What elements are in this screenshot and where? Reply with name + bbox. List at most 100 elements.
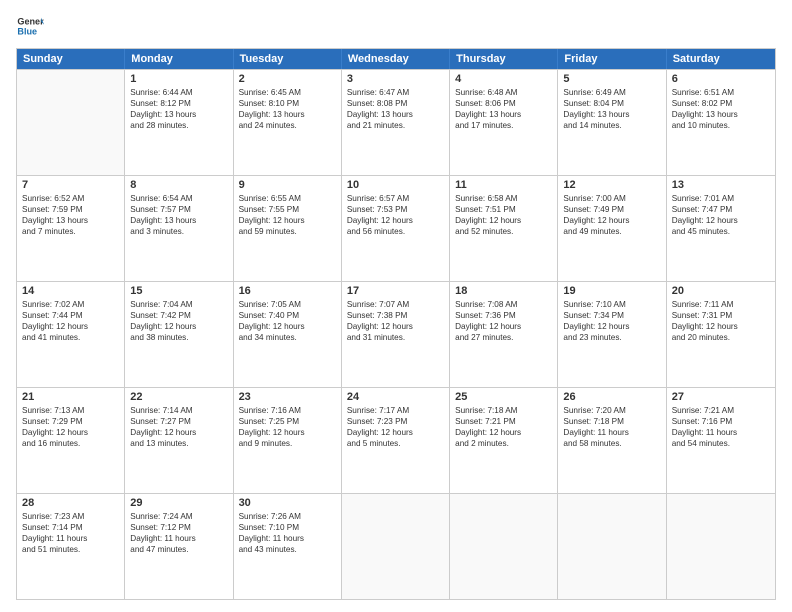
- calendar-cell: 1 Sunrise: 6:44 AMSunset: 8:12 PMDaylight…: [125, 70, 233, 175]
- cell-line: Sunrise: 6:54 AM: [130, 193, 227, 204]
- day-number: 12: [563, 179, 660, 191]
- calendar-cell: 12Sunrise: 7:00 AMSunset: 7:49 PMDayligh…: [558, 176, 666, 281]
- cell-line: Sunset: 8:08 PM: [347, 98, 444, 109]
- cell-line: Daylight: 13 hours: [130, 109, 227, 120]
- header-day-wednesday: Wednesday: [342, 49, 450, 69]
- calendar-header: SundayMondayTuesdayWednesdayThursdayFrid…: [17, 49, 775, 69]
- calendar-cell: 9Sunrise: 6:55 AMSunset: 7:55 PMDaylight…: [234, 176, 342, 281]
- cell-line: Sunrise: 7:17 AM: [347, 405, 444, 416]
- cell-line: Sunset: 7:47 PM: [672, 204, 770, 215]
- cell-line: Sunset: 8:02 PM: [672, 98, 770, 109]
- cell-line: Daylight: 13 hours: [672, 109, 770, 120]
- cell-line: and 34 minutes.: [239, 332, 336, 343]
- calendar-cell: 29Sunrise: 7:24 AMSunset: 7:12 PMDayligh…: [125, 494, 233, 599]
- logo: General Blue: [16, 12, 48, 40]
- cell-line: Sunset: 7:55 PM: [239, 204, 336, 215]
- cell-line: Sunrise: 6:48 AM: [455, 87, 552, 98]
- day-number: 28: [22, 497, 119, 509]
- calendar-cell: 20Sunrise: 7:11 AMSunset: 7:31 PMDayligh…: [667, 282, 775, 387]
- header-day-monday: Monday: [125, 49, 233, 69]
- cell-line: Sunset: 7:18 PM: [563, 416, 660, 427]
- calendar-cell: 25Sunrise: 7:18 AMSunset: 7:21 PMDayligh…: [450, 388, 558, 493]
- cell-line: Sunrise: 7:05 AM: [239, 299, 336, 310]
- calendar-cell: 4Sunrise: 6:48 AMSunset: 8:06 PMDaylight…: [450, 70, 558, 175]
- calendar-cell: [558, 494, 666, 599]
- day-number: 11: [455, 179, 552, 191]
- cell-line: and 20 minutes.: [672, 332, 770, 343]
- calendar-cell: 16Sunrise: 7:05 AMSunset: 7:40 PMDayligh…: [234, 282, 342, 387]
- calendar-cell: 18Sunrise: 7:08 AMSunset: 7:36 PMDayligh…: [450, 282, 558, 387]
- cell-line: Sunrise: 7:01 AM: [672, 193, 770, 204]
- cell-line: Daylight: 12 hours: [22, 427, 119, 438]
- calendar-cell: 2Sunrise: 6:45 AMSunset: 8:10 PMDaylight…: [234, 70, 342, 175]
- cell-line: Daylight: 11 hours: [563, 427, 660, 438]
- calendar: SundayMondayTuesdayWednesdayThursdayFrid…: [16, 48, 776, 600]
- cell-line: Daylight: 12 hours: [130, 321, 227, 332]
- cell-line: and 27 minutes.: [455, 332, 552, 343]
- cell-line: Daylight: 13 hours: [455, 109, 552, 120]
- cell-line: Sunrise: 6:51 AM: [672, 87, 770, 98]
- calendar-row-4: 21Sunrise: 7:13 AMSunset: 7:29 PMDayligh…: [17, 387, 775, 493]
- cell-line: and 14 minutes.: [563, 120, 660, 131]
- calendar-cell: 7Sunrise: 6:52 AMSunset: 7:59 PMDaylight…: [17, 176, 125, 281]
- cell-line: and 17 minutes.: [455, 120, 552, 131]
- calendar-cell: [342, 494, 450, 599]
- day-number: 22: [130, 391, 227, 403]
- cell-line: and 56 minutes.: [347, 226, 444, 237]
- header-day-tuesday: Tuesday: [234, 49, 342, 69]
- cell-line: Sunset: 8:04 PM: [563, 98, 660, 109]
- cell-line: Sunset: 7:51 PM: [455, 204, 552, 215]
- cell-line: Sunrise: 6:49 AM: [563, 87, 660, 98]
- calendar-cell: 23Sunrise: 7:16 AMSunset: 7:25 PMDayligh…: [234, 388, 342, 493]
- cell-line: Daylight: 11 hours: [130, 533, 227, 544]
- cell-line: Sunset: 7:57 PM: [130, 204, 227, 215]
- calendar-cell: 19Sunrise: 7:10 AMSunset: 7:34 PMDayligh…: [558, 282, 666, 387]
- calendar-cell: 15Sunrise: 7:04 AMSunset: 7:42 PMDayligh…: [125, 282, 233, 387]
- header-day-sunday: Sunday: [17, 49, 125, 69]
- cell-line: Sunset: 7:23 PM: [347, 416, 444, 427]
- cell-line: Daylight: 12 hours: [239, 215, 336, 226]
- cell-line: Sunset: 7:31 PM: [672, 310, 770, 321]
- cell-line: and 54 minutes.: [672, 438, 770, 449]
- cell-line: and 2 minutes.: [455, 438, 552, 449]
- cell-line: Sunrise: 7:08 AM: [455, 299, 552, 310]
- header: General Blue: [16, 12, 776, 40]
- day-number: 30: [239, 497, 336, 509]
- cell-line: Sunset: 8:12 PM: [130, 98, 227, 109]
- cell-line: Sunrise: 6:58 AM: [455, 193, 552, 204]
- cell-line: Sunrise: 7:14 AM: [130, 405, 227, 416]
- cell-line: Daylight: 12 hours: [239, 427, 336, 438]
- cell-line: Sunset: 7:29 PM: [22, 416, 119, 427]
- cell-line: Sunrise: 7:26 AM: [239, 511, 336, 522]
- day-number: 25: [455, 391, 552, 403]
- cell-line: Sunset: 7:12 PM: [130, 522, 227, 533]
- cell-line: and 10 minutes.: [672, 120, 770, 131]
- calendar-row-2: 7Sunrise: 6:52 AMSunset: 7:59 PMDaylight…: [17, 175, 775, 281]
- cell-line: Sunrise: 6:44 AM: [130, 87, 227, 98]
- cell-line: Sunset: 7:53 PM: [347, 204, 444, 215]
- day-number: 7: [22, 179, 119, 191]
- cell-line: Daylight: 12 hours: [672, 215, 770, 226]
- cell-line: Daylight: 13 hours: [130, 215, 227, 226]
- calendar-cell: 21Sunrise: 7:13 AMSunset: 7:29 PMDayligh…: [17, 388, 125, 493]
- cell-line: Sunset: 7:40 PM: [239, 310, 336, 321]
- cell-line: Sunrise: 6:47 AM: [347, 87, 444, 98]
- cell-line: Daylight: 12 hours: [22, 321, 119, 332]
- svg-text:General: General: [17, 17, 44, 27]
- cell-line: Daylight: 13 hours: [563, 109, 660, 120]
- day-number: 1: [130, 73, 227, 85]
- cell-line: Daylight: 13 hours: [239, 109, 336, 120]
- day-number: 14: [22, 285, 119, 297]
- day-number: 8: [130, 179, 227, 191]
- cell-line: Sunrise: 6:55 AM: [239, 193, 336, 204]
- calendar-cell: 27Sunrise: 7:21 AMSunset: 7:16 PMDayligh…: [667, 388, 775, 493]
- day-number: 6: [672, 73, 770, 85]
- header-day-saturday: Saturday: [667, 49, 775, 69]
- day-number: 16: [239, 285, 336, 297]
- cell-line: Sunset: 7:14 PM: [22, 522, 119, 533]
- cell-line: Daylight: 12 hours: [455, 427, 552, 438]
- cell-line: and 59 minutes.: [239, 226, 336, 237]
- calendar-row-5: 28Sunrise: 7:23 AMSunset: 7:14 PMDayligh…: [17, 493, 775, 599]
- cell-line: Daylight: 12 hours: [347, 427, 444, 438]
- header-day-thursday: Thursday: [450, 49, 558, 69]
